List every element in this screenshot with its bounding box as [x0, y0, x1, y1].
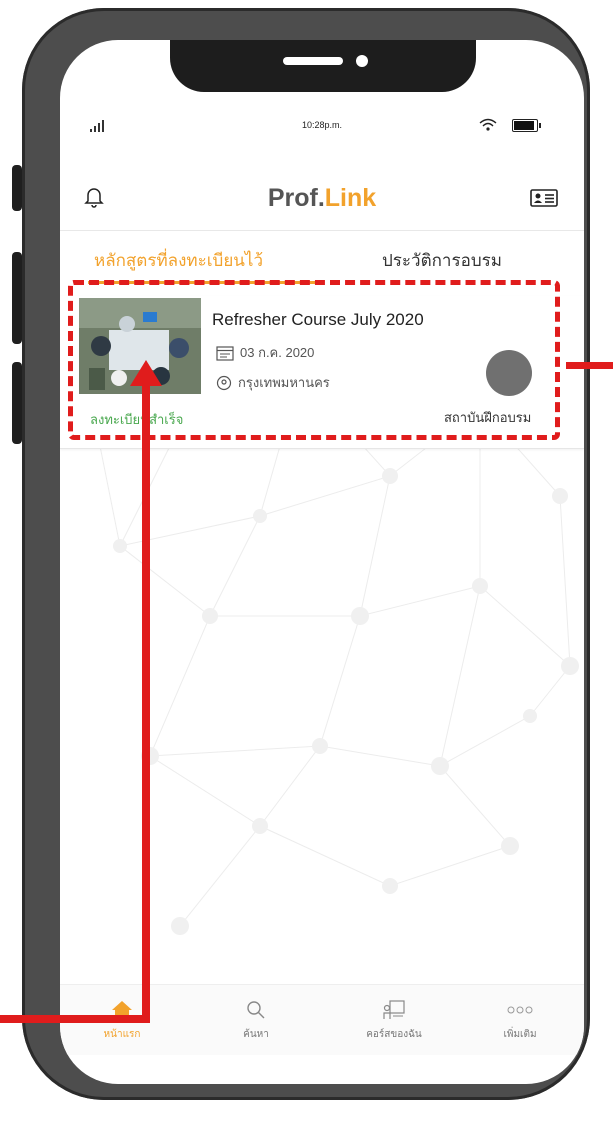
my-courses-icon	[383, 1000, 405, 1019]
phone-volume-down	[12, 362, 22, 444]
nav-home-label: หน้าแรก	[103, 1029, 141, 1040]
search-icon	[247, 1001, 265, 1019]
battery-icon	[512, 119, 541, 132]
tab-training-history[interactable]: ประวัติการอบรม	[382, 247, 502, 274]
annotation-connector-horizontal	[0, 1015, 150, 1023]
wifi-icon	[479, 118, 497, 131]
tab-bar: หลักสูตรที่ลงทะเบียนไว้ ประวัติการอบรม	[60, 230, 584, 284]
speaker-grille	[283, 57, 343, 65]
nav-my-courses[interactable]: คอร์สของฉัน	[354, 997, 434, 1042]
phone-side-button	[12, 165, 22, 211]
nav-more[interactable]: เพิ่มเติม	[480, 997, 560, 1042]
annotation-connector-vertical	[142, 380, 150, 1020]
nav-search-label: ค้นหา	[243, 1029, 269, 1040]
front-camera	[356, 55, 368, 67]
nav-search[interactable]: ค้นหา	[216, 997, 296, 1042]
annotation-arrow-head	[130, 360, 162, 386]
id-card-icon[interactable]	[530, 188, 558, 208]
tab-registered-courses[interactable]: หลักสูตรที่ลงทะเบียนไว้	[94, 247, 263, 274]
status-time: 10:28p.m.	[301, 120, 343, 130]
brand-main: Prof.	[267, 184, 325, 212]
more-icon	[507, 1006, 533, 1014]
app-header: Prof.Link	[60, 180, 584, 220]
nav-more-label: เพิ่มเติม	[503, 1029, 537, 1040]
brand-accent: Link	[324, 184, 377, 212]
phone-screen: 10:28p.m. Prof.Link หลักสูตรที่ลงทะเบียน…	[60, 40, 584, 1084]
phone-volume-up	[12, 252, 22, 344]
nav-my-courses-label: คอร์สของฉัน	[366, 1029, 422, 1040]
app-logo: Prof.Link	[60, 184, 584, 213]
status-bar: 10:28p.m.	[60, 118, 584, 138]
phone-notch	[170, 40, 476, 92]
annotation-connector-right	[566, 362, 613, 369]
